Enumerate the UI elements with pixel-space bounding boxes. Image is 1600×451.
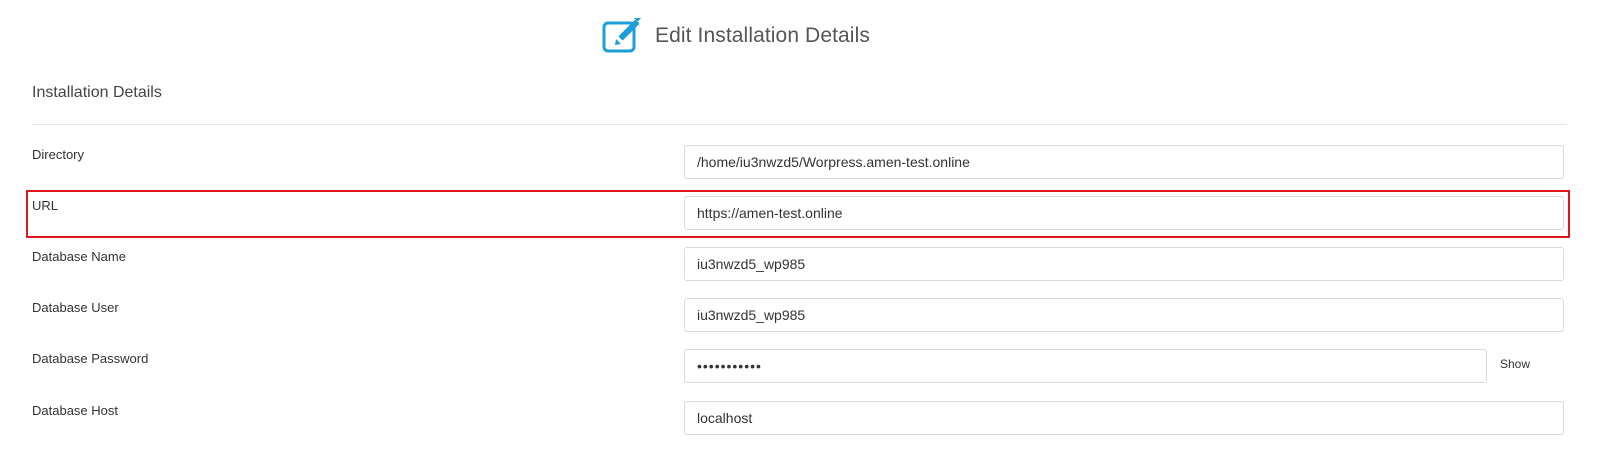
database-name-label: Database Name [32,249,126,264]
edit-installation-page: Edit Installation Details Installation D… [0,0,1600,451]
database-password-label: Database Password [32,351,149,366]
directory-label: Directory [32,147,85,162]
database-password-row: Database Password Show [0,349,1600,389]
database-password-input[interactable] [684,349,1487,383]
section-title: Installation Details [32,84,162,101]
show-password-link[interactable]: Show [1500,357,1530,371]
database-host-label: Database Host [32,403,118,418]
database-name-row: Database Name [0,247,1600,287]
directory-input[interactable] [684,145,1564,179]
section-divider [32,124,1567,125]
edit-icon [602,13,646,54]
database-user-input[interactable] [684,298,1564,332]
page-title: Edit Installation Details [655,24,870,47]
database-name-input[interactable] [684,247,1564,281]
database-host-input[interactable] [684,401,1564,435]
directory-row: Directory [0,145,1600,185]
url-input[interactable] [684,196,1564,230]
url-label: URL [32,198,59,213]
database-user-label: Database User [32,300,119,315]
database-host-row: Database Host [0,401,1600,441]
database-user-row: Database User [0,298,1600,338]
url-row: URL [0,196,1600,236]
page-header: Edit Installation Details [602,13,870,56]
